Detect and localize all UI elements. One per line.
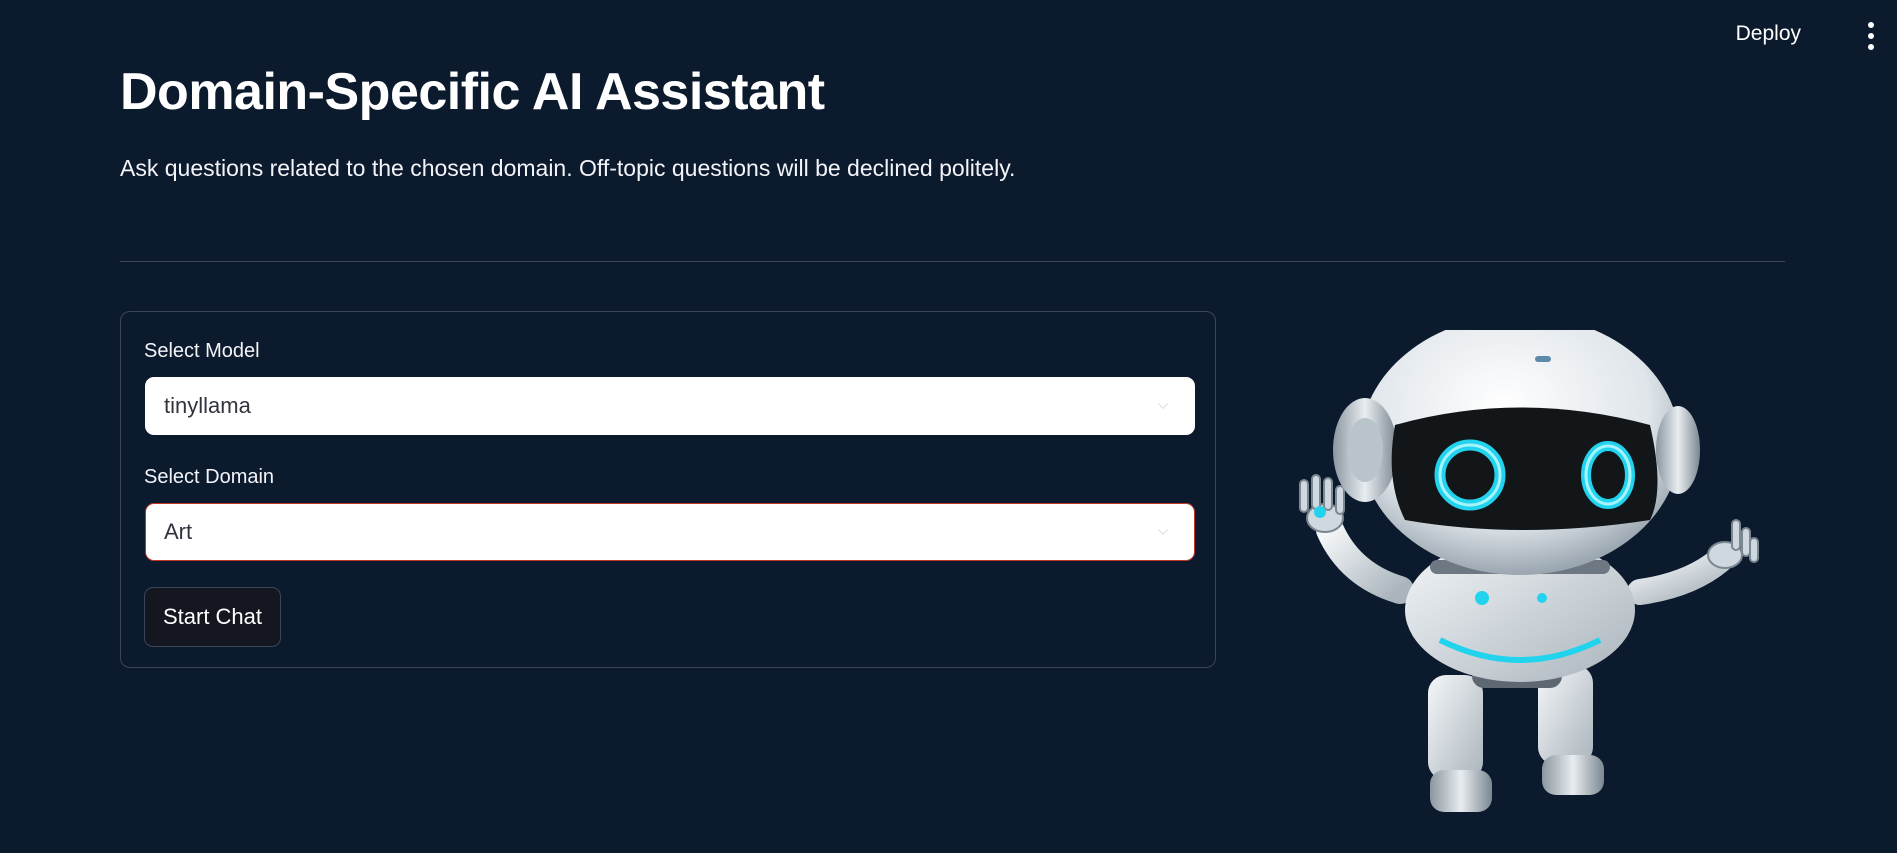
page-subtitle: Ask questions related to the chosen doma…	[120, 155, 1016, 181]
domain-label: Select Domain	[144, 466, 275, 488]
start-chat-button[interactable]: Start Chat	[144, 587, 281, 647]
chevron-down-icon	[1157, 529, 1169, 535]
settings-form: Select Model tinyllama Select Domain Art…	[120, 311, 1216, 668]
page-title: Domain-Specific AI Assistant	[120, 63, 825, 121]
deploy-button[interactable]: Deploy	[1736, 22, 1801, 46]
app-page: Deploy Domain-Specific AI Assistant Ask …	[0, 0, 1897, 853]
more-vertical-icon[interactable]	[1861, 22, 1881, 50]
model-select-value: tinyllama	[164, 393, 251, 418]
model-label: Select Model	[144, 340, 260, 362]
divider	[120, 261, 1785, 262]
model-select[interactable]: tinyllama	[145, 377, 1195, 435]
domain-select[interactable]: Art	[145, 503, 1195, 561]
robot-icon	[1299, 330, 1759, 812]
chevron-down-icon	[1157, 403, 1169, 409]
domain-select-value: Art	[164, 519, 193, 544]
